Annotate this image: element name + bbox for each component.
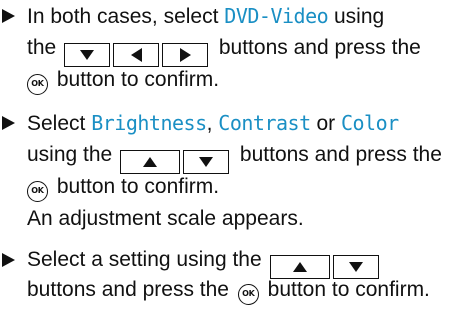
menu-item-dvd-video: DVD-Video (224, 4, 329, 28)
ok-button-icon: OK (237, 283, 259, 305)
bullet-arrow-icon (2, 253, 15, 267)
instruction-page: In both cases, select DVD-Video using th… (0, 0, 462, 305)
menu-item-color: Color (340, 111, 399, 135)
menu-item-contrast: Contrast (218, 111, 311, 135)
step-3-line-2: buttons and press the OK button to confi… (27, 274, 430, 306)
step-3-line-1: Select a setting using the (27, 244, 384, 279)
step-2-line-1: Select Brightness, Contrast or Color (27, 111, 399, 135)
ok-button-icon: OK (27, 180, 48, 202)
step-2-line-2: using the buttons and press the (27, 139, 442, 174)
step-2-result-text: An adjustment scale appears. (27, 207, 304, 230)
step-1-line-1: In both cases, select DVD-Video using (27, 4, 385, 28)
ok-button-icon: OK (27, 73, 48, 95)
bullet-arrow-icon (2, 9, 15, 23)
step-2-line-3: OK button to confirm. (27, 171, 219, 203)
menu-item-brightness: Brightness (91, 111, 207, 135)
bullet-arrow-icon (2, 116, 15, 130)
step-1-line-3: OK button to confirm. (27, 64, 219, 96)
step-1-line-2: the buttons and press the (27, 32, 421, 67)
